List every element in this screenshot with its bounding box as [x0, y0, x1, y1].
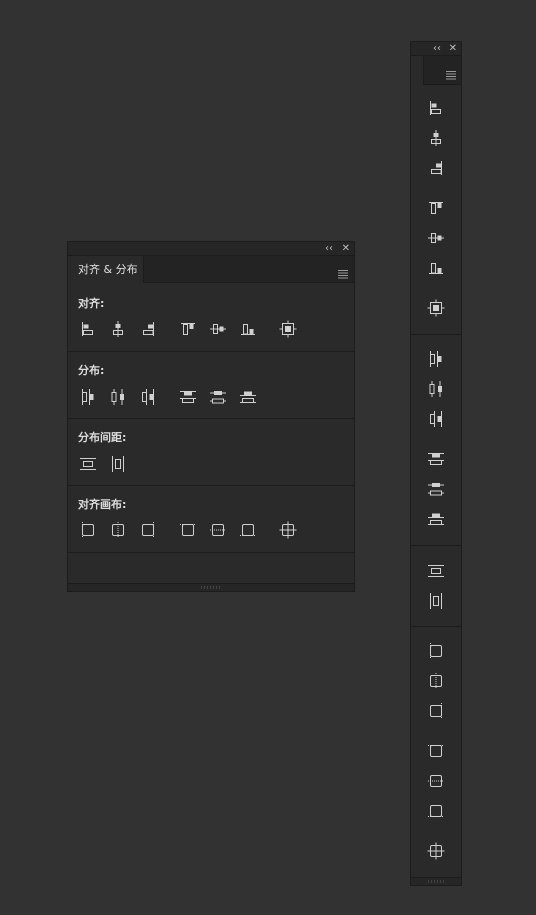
strip-collapse-button[interactable]: ‹‹ — [433, 43, 441, 54]
strip-align-canvas-horizontal-center-icon[interactable] — [427, 672, 445, 690]
align-canvas-top-icon[interactable] — [179, 521, 197, 539]
strip-tab[interactable] — [411, 56, 424, 85]
distribute-horizontal-spacing-icon[interactable] — [109, 455, 127, 473]
distribute-horizontal-centers-icon[interactable] — [109, 388, 127, 406]
strip-align-top-edges-icon[interactable] — [427, 199, 445, 217]
strip-distribute-vertical-spacing-icon[interactable] — [427, 562, 445, 580]
section-label-align-canvas: 对齐画布: — [78, 498, 127, 511]
align-canvas-bottom-icon[interactable] — [239, 521, 257, 539]
close-button[interactable]: ✕ — [342, 243, 350, 254]
section-label-distribute: 分布: — [78, 364, 105, 377]
strip-distribute-right-edges-icon[interactable] — [427, 410, 445, 428]
strip-align-canvas-vertical-center-icon[interactable] — [427, 772, 445, 790]
align-distribute-panel: ‹‹ ✕ 对齐 & 分布 对齐: 分布: 分布间距: 对齐画布: — [67, 241, 355, 592]
panel-menu-icon[interactable] — [338, 264, 348, 279]
strip-align-canvas-top-icon[interactable] — [427, 742, 445, 760]
section-align: 对齐: — [68, 284, 354, 352]
strip-titlebar[interactable]: ‹‹ ✕ — [411, 42, 461, 56]
align-bottom-edges-icon[interactable] — [239, 320, 257, 338]
strip-align-left-edges-icon[interactable] — [427, 99, 445, 117]
panel-titlebar[interactable]: ‹‹ ✕ — [68, 242, 354, 256]
distribute-bottom-edges-icon[interactable] — [239, 388, 257, 406]
resize-grip[interactable] — [68, 583, 354, 591]
align-left-edges-icon[interactable] — [79, 320, 97, 338]
align-canvas-center-icon[interactable] — [279, 521, 297, 539]
strip-align-right-edges-icon[interactable] — [427, 159, 445, 177]
strip-align-vertical-centers-icon[interactable] — [427, 229, 445, 247]
strip-distribute-left-edges-icon[interactable] — [427, 350, 445, 368]
tab-align-distribute[interactable]: 对齐 & 分布 — [68, 256, 144, 283]
strip-distribute-horizontal-centers-icon[interactable] — [427, 380, 445, 398]
section-align-canvas: 对齐画布: — [68, 485, 354, 553]
align-vertical-centers-icon[interactable] — [209, 320, 227, 338]
align-horizontal-centers-icon[interactable] — [109, 320, 127, 338]
distribute-top-edges-icon[interactable] — [179, 388, 197, 406]
strip-align-horizontal-centers-icon[interactable] — [427, 129, 445, 147]
collapse-button[interactable]: ‹‹ — [325, 243, 333, 254]
strip-distribute-horizontal-spacing-icon[interactable] — [427, 592, 445, 610]
strip-distribute-top-edges-icon[interactable] — [427, 450, 445, 468]
align-canvas-horizontal-center-icon[interactable] — [109, 521, 127, 539]
align-canvas-right-icon[interactable] — [139, 521, 157, 539]
strip-divider — [411, 545, 461, 546]
strip-align-bottom-edges-icon[interactable] — [427, 259, 445, 277]
strip-resize-grip[interactable] — [411, 877, 461, 885]
section-label-align: 对齐: — [78, 297, 105, 310]
align-canvas-left-icon[interactable] — [79, 521, 97, 539]
distribute-vertical-spacing-icon[interactable] — [79, 455, 97, 473]
strip-align-canvas-right-icon[interactable] — [427, 702, 445, 720]
strip-distribute-bottom-edges-icon[interactable] — [427, 510, 445, 528]
strip-align-canvas-left-icon[interactable] — [427, 642, 445, 660]
distribute-left-edges-icon[interactable] — [79, 388, 97, 406]
align-centers-icon[interactable] — [279, 320, 297, 338]
strip-distribute-vertical-centers-icon[interactable] — [427, 480, 445, 498]
strip-align-canvas-center-icon[interactable] — [427, 842, 445, 860]
strip-tab-row — [411, 56, 461, 85]
align-icon-strip-panel: ‹‹ ✕ — [410, 41, 462, 886]
strip-align-centers-icon[interactable] — [427, 299, 445, 317]
section-distribute: 分布: — [68, 351, 354, 419]
align-right-edges-icon[interactable] — [139, 320, 157, 338]
section-label-distribute-spacing: 分布间距: — [78, 431, 127, 444]
strip-divider — [411, 334, 461, 335]
align-canvas-vertical-center-icon[interactable] — [209, 521, 227, 539]
strip-align-canvas-bottom-icon[interactable] — [427, 802, 445, 820]
distribute-right-edges-icon[interactable] — [139, 388, 157, 406]
strip-divider — [411, 626, 461, 627]
strip-close-button[interactable]: ✕ — [449, 43, 457, 54]
distribute-vertical-centers-icon[interactable] — [209, 388, 227, 406]
align-top-edges-icon[interactable] — [179, 320, 197, 338]
section-distribute-spacing: 分布间距: — [68, 418, 354, 486]
strip-menu-icon[interactable] — [446, 65, 456, 80]
panel-tab-row: 对齐 & 分布 — [68, 256, 354, 283]
